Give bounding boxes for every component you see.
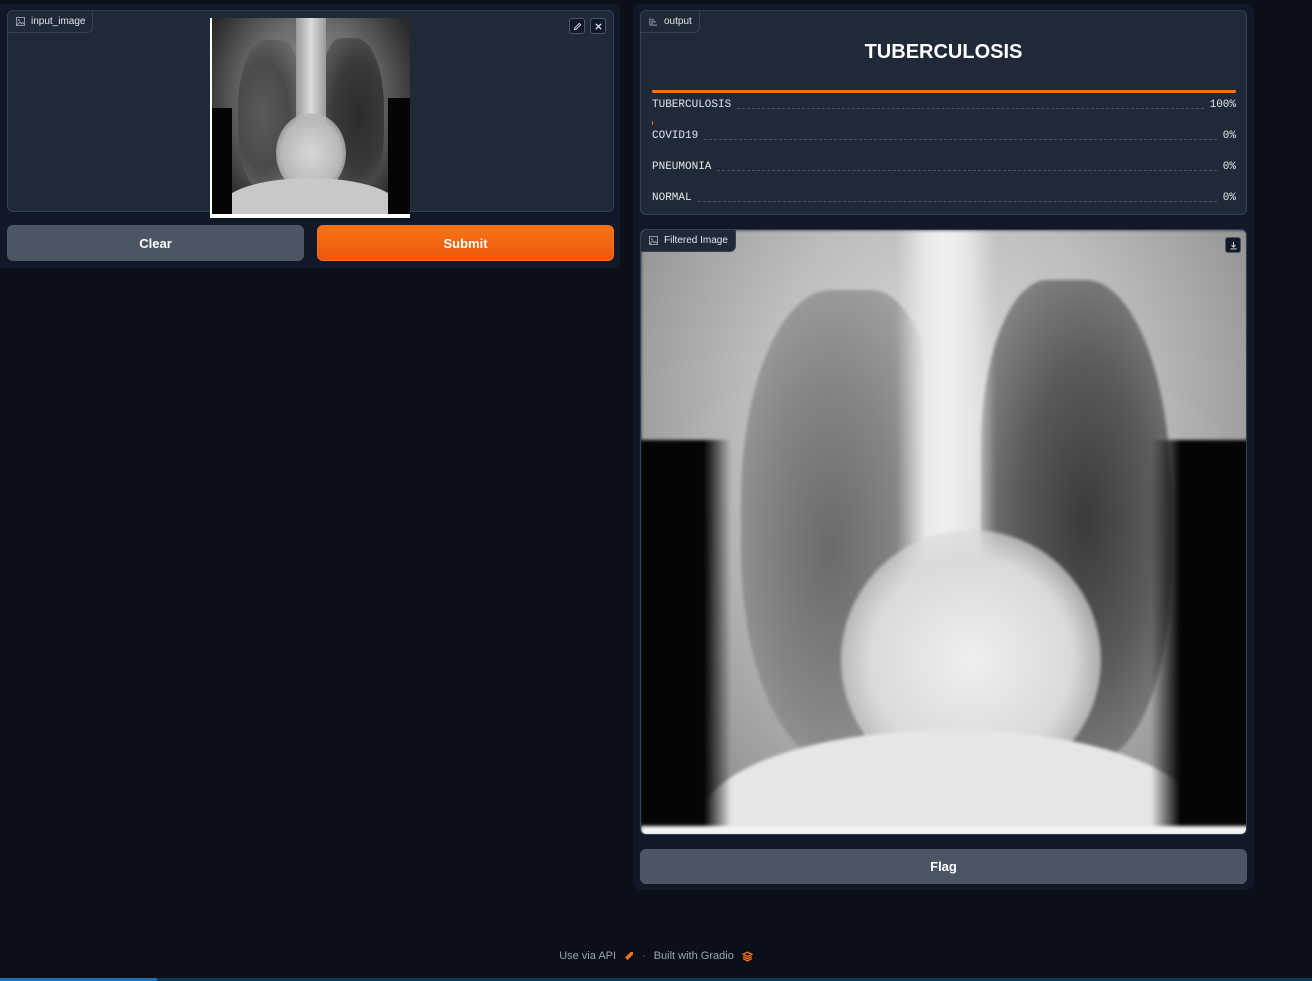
image-icon bbox=[649, 236, 658, 245]
confidence-row[interactable]: COVID19 0% bbox=[652, 128, 1236, 144]
confidence-dots bbox=[697, 194, 1217, 202]
output-label: output bbox=[641, 11, 700, 33]
edit-button[interactable] bbox=[569, 18, 585, 34]
gradio-logo-icon bbox=[741, 950, 753, 962]
input-image-label-text: input_image bbox=[31, 16, 86, 27]
rocket-icon bbox=[625, 952, 634, 960]
clear-image-button[interactable] bbox=[590, 18, 606, 34]
filtered-image-label: Filtered Image bbox=[641, 230, 736, 252]
footer-separator: · bbox=[642, 950, 646, 962]
confidence-value: 100% bbox=[1209, 99, 1236, 111]
image-icon bbox=[16, 17, 25, 26]
clear-button[interactable]: Clear bbox=[7, 225, 304, 261]
filtered-xray-image bbox=[641, 230, 1246, 834]
confidence-dots bbox=[737, 101, 1204, 109]
output-label-text: output bbox=[664, 16, 692, 27]
close-icon bbox=[594, 22, 602, 30]
confidence-value: 0% bbox=[1222, 192, 1236, 204]
confidence-row[interactable]: PNEUMONIA 0% bbox=[652, 159, 1236, 175]
submit-button[interactable]: Submit bbox=[317, 225, 614, 261]
filtered-image-label-text: Filtered Image bbox=[664, 235, 728, 246]
confidence-row[interactable]: NORMAL 0% bbox=[652, 190, 1236, 206]
built-with-gradio-link[interactable]: Built with Gradio bbox=[654, 950, 734, 962]
output-column: output TUBERCULOSIS TUBERCULOSIS 100% CO… bbox=[633, 4, 1254, 890]
confidence-dots bbox=[704, 132, 1217, 140]
confidence-label: PNEUMONIA bbox=[652, 161, 712, 173]
flag-button[interactable]: Flag bbox=[640, 849, 1247, 884]
input-xray-image bbox=[210, 18, 410, 218]
predicted-class: TUBERCULOSIS bbox=[864, 41, 1023, 63]
filtered-image-block: Filtered Image bbox=[640, 229, 1247, 835]
download-icon bbox=[1229, 241, 1237, 249]
output-label-block: output TUBERCULOSIS TUBERCULOSIS 100% CO… bbox=[640, 10, 1247, 215]
input-column: input_image Clear Submit bbox=[0, 4, 620, 268]
use-via-api-link[interactable]: Use via API bbox=[559, 950, 616, 962]
pencil-icon bbox=[573, 22, 581, 30]
confidence-row[interactable]: TUBERCULOSIS 100% bbox=[652, 97, 1236, 113]
confidence-bar-1 bbox=[652, 121, 653, 125]
confidence-dots bbox=[717, 163, 1217, 171]
app-root: input_image Clear Submit output TUBERCUL… bbox=[0, 0, 1312, 981]
download-button[interactable] bbox=[1225, 237, 1241, 253]
confidence-label: NORMAL bbox=[652, 192, 692, 204]
confidence-bar-0 bbox=[652, 90, 1236, 93]
input-image-label: input_image bbox=[8, 11, 94, 33]
confidence-label: TUBERCULOSIS bbox=[652, 99, 732, 111]
input-image-block[interactable]: input_image bbox=[7, 10, 614, 218]
footer: Use via API · Built with Gradio bbox=[0, 950, 1312, 962]
confidence-value: 0% bbox=[1222, 130, 1236, 142]
bar-chart-icon bbox=[649, 17, 658, 26]
confidence-label: COVID19 bbox=[652, 130, 699, 142]
confidence-value: 0% bbox=[1222, 161, 1236, 173]
